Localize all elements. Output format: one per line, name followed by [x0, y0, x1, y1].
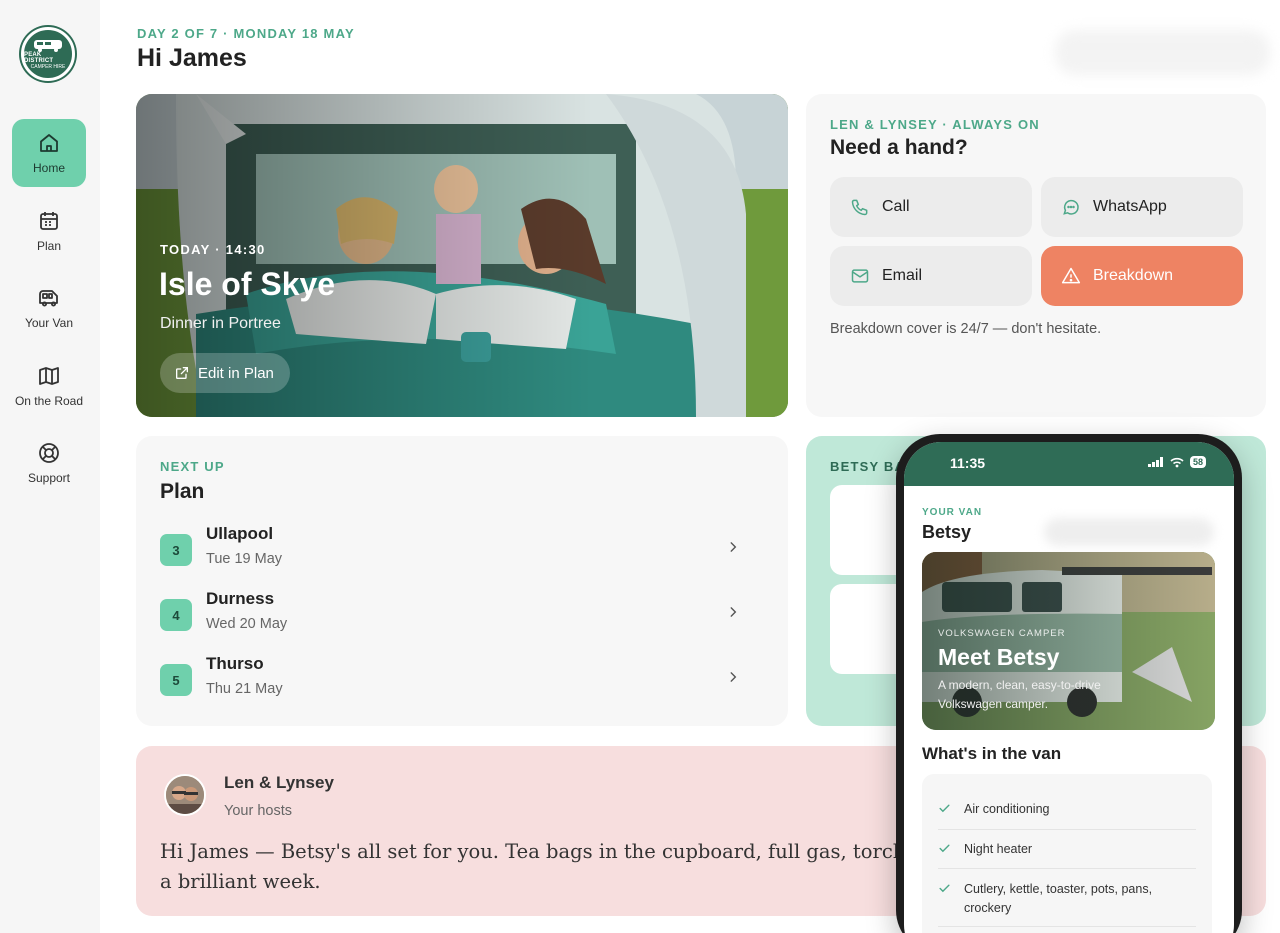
email-button[interactable]: Email	[830, 246, 1032, 306]
whats-in-van-title: What's in the van	[922, 744, 1062, 763]
host-name: Len & Lynsey	[224, 773, 334, 792]
hero-title: Isle of Skye	[159, 266, 336, 302]
plan-eyebrow: NEXT UP	[160, 459, 225, 474]
sidebar-item-plan[interactable]: Plan	[12, 197, 86, 265]
email-label: Email	[882, 267, 923, 284]
breakdown-label: Breakdown	[1093, 267, 1174, 284]
home-icon	[40, 134, 58, 152]
list-item: Air conditioning	[922, 800, 1212, 819]
phone-blurred-element	[1044, 518, 1214, 546]
plan-title: Plan	[160, 480, 205, 503]
sidebar: PEAK DISTRICT CAMPER HIRE Home Plan Your…	[0, 0, 100, 933]
phone-title: Betsy	[922, 522, 972, 542]
list-item: Night heater	[922, 840, 1212, 859]
help-eyebrow: LEN & LYNSEY · ALWAYS ON	[830, 117, 1040, 132]
sidebar-item-label: Plan	[36, 239, 62, 253]
whatsapp-label: WhatsApp	[1093, 198, 1167, 215]
chevron-right-icon	[730, 542, 737, 552]
map-icon	[39, 367, 59, 385]
call-button[interactable]: Call	[830, 177, 1032, 237]
destination-date: Tue 19 May	[206, 551, 283, 567]
feature-list: Air conditioning Night heater Cutlery, k…	[922, 774, 1212, 933]
check-icon	[939, 884, 950, 893]
chevron-right-icon	[730, 607, 737, 617]
divider	[938, 868, 1196, 869]
plan-row[interactable]: 5 Thurso Thu 21 May	[160, 654, 764, 710]
help-title: Need a hand?	[830, 136, 968, 159]
external-link-icon	[176, 367, 188, 379]
call-label: Call	[882, 198, 910, 215]
mail-icon	[851, 269, 869, 283]
calendar-icon	[40, 212, 58, 230]
chevron-right-icon	[730, 672, 737, 682]
destination-name: Ullapool	[206, 524, 274, 543]
phone-icon	[851, 199, 868, 216]
whatsapp-button[interactable]: WhatsApp	[1041, 177, 1243, 237]
header-blurred-element	[1055, 30, 1270, 75]
host-role: Your hosts	[224, 803, 292, 819]
host-message-text: Hi James — Betsy's all set for you. Tea …	[160, 840, 931, 893]
check-icon	[939, 844, 950, 853]
day-badge: 5	[160, 664, 192, 696]
check-icon	[939, 804, 950, 813]
destination-date: Thu 21 May	[206, 681, 283, 697]
logo-text: PEAK DISTRICT	[24, 52, 54, 64]
edit-in-plan-button[interactable]: Edit in Plan	[160, 353, 290, 393]
help-card: LEN & LYNSEY · ALWAYS ON Need a hand? Ca…	[806, 94, 1266, 417]
warning-icon	[1061, 267, 1081, 284]
feature-label: Air conditioning	[964, 802, 1050, 816]
wifi-icon	[1170, 457, 1184, 467]
hosts-photo	[166, 776, 204, 814]
day-badge: 3	[160, 534, 192, 566]
destination-date: Wed 20 May	[206, 616, 288, 632]
breakdown-button[interactable]: Breakdown	[1041, 246, 1243, 306]
hero-time-eyebrow: TODAY · 14:30	[160, 242, 266, 257]
signal-icon	[1147, 457, 1163, 467]
sidebar-item-label: Your Van	[24, 316, 74, 330]
lifebuoy-icon	[39, 443, 59, 463]
feature-label: Night heater	[964, 842, 1033, 856]
list-item: Cutlery, kettle, toaster, pots, pans, cr…	[922, 880, 1212, 918]
sidebar-item-support[interactable]: Support	[12, 429, 86, 497]
whatsapp-icon	[1063, 199, 1079, 215]
plan-card: NEXT UP Plan 3 Ullapool Tue 19 May 4 Dur…	[136, 436, 788, 726]
avatar	[164, 774, 206, 816]
meet-betsy-card[interactable]: VOLKSWAGEN CAMPER Meet Betsy A modern, c…	[922, 552, 1215, 730]
phone-hero-subtitle: A modern, clean, easy-to-drive Volkswage…	[938, 678, 1101, 711]
page-title: Hi James	[137, 44, 247, 72]
trip-day-eyebrow: DAY 2 OF 7 · MONDAY 18 MAY	[137, 26, 355, 41]
divider	[938, 926, 1196, 927]
sidebar-item-on-the-road[interactable]: On the Road	[12, 352, 86, 420]
edit-in-plan-label: Edit in Plan	[198, 364, 274, 382]
phone-hero-title: Meet Betsy	[938, 644, 1060, 670]
bag-eyebrow: BETSY BA	[830, 459, 906, 474]
phone-screen: 11:35 58 YOUR VAN Betsy VOLKSWAGEN CAMPE…	[904, 442, 1234, 933]
sidebar-item-home[interactable]: Home	[12, 119, 86, 187]
hero-subtitle: Dinner in Portree	[160, 315, 281, 332]
plan-row[interactable]: 4 Durness Wed 20 May	[160, 589, 764, 645]
status-time: 11:35	[950, 455, 986, 471]
destination-name: Thurso	[206, 654, 264, 673]
phone-mockup: 11:35 58 YOUR VAN Betsy VOLKSWAGEN CAMPE…	[896, 434, 1242, 933]
feature-label: Cutlery, kettle, toaster, pots, pans, cr…	[964, 882, 1153, 915]
sidebar-item-label: Support	[27, 471, 71, 485]
sidebar-item-your-van[interactable]: Your Van	[12, 274, 86, 342]
brand-logo[interactable]: PEAK DISTRICT CAMPER HIRE	[21, 27, 75, 81]
divider	[938, 829, 1196, 830]
phone-status-bar: 11:35 58	[904, 442, 1234, 486]
destination-name: Durness	[206, 589, 275, 608]
today-hero-card: TODAY · 14:30 Isle of Skye Dinner in Por…	[136, 94, 788, 417]
phone-hero-eyebrow: VOLKSWAGEN CAMPER	[938, 628, 1066, 639]
plan-row[interactable]: 3 Ullapool Tue 19 May	[160, 524, 764, 580]
day-badge: 4	[160, 599, 192, 631]
sidebar-item-label: Home	[32, 161, 65, 175]
breakdown-note: Breakdown cover is 24/7 — don't hesitate…	[830, 321, 1102, 337]
logo-subtext: CAMPER HIRE	[30, 64, 66, 70]
phone-eyebrow: YOUR VAN	[922, 507, 983, 518]
van-icon	[39, 290, 58, 307]
battery-indicator: 58	[1189, 456, 1206, 468]
sidebar-item-label: On the Road	[14, 394, 84, 408]
van-logo-icon	[34, 40, 62, 52]
